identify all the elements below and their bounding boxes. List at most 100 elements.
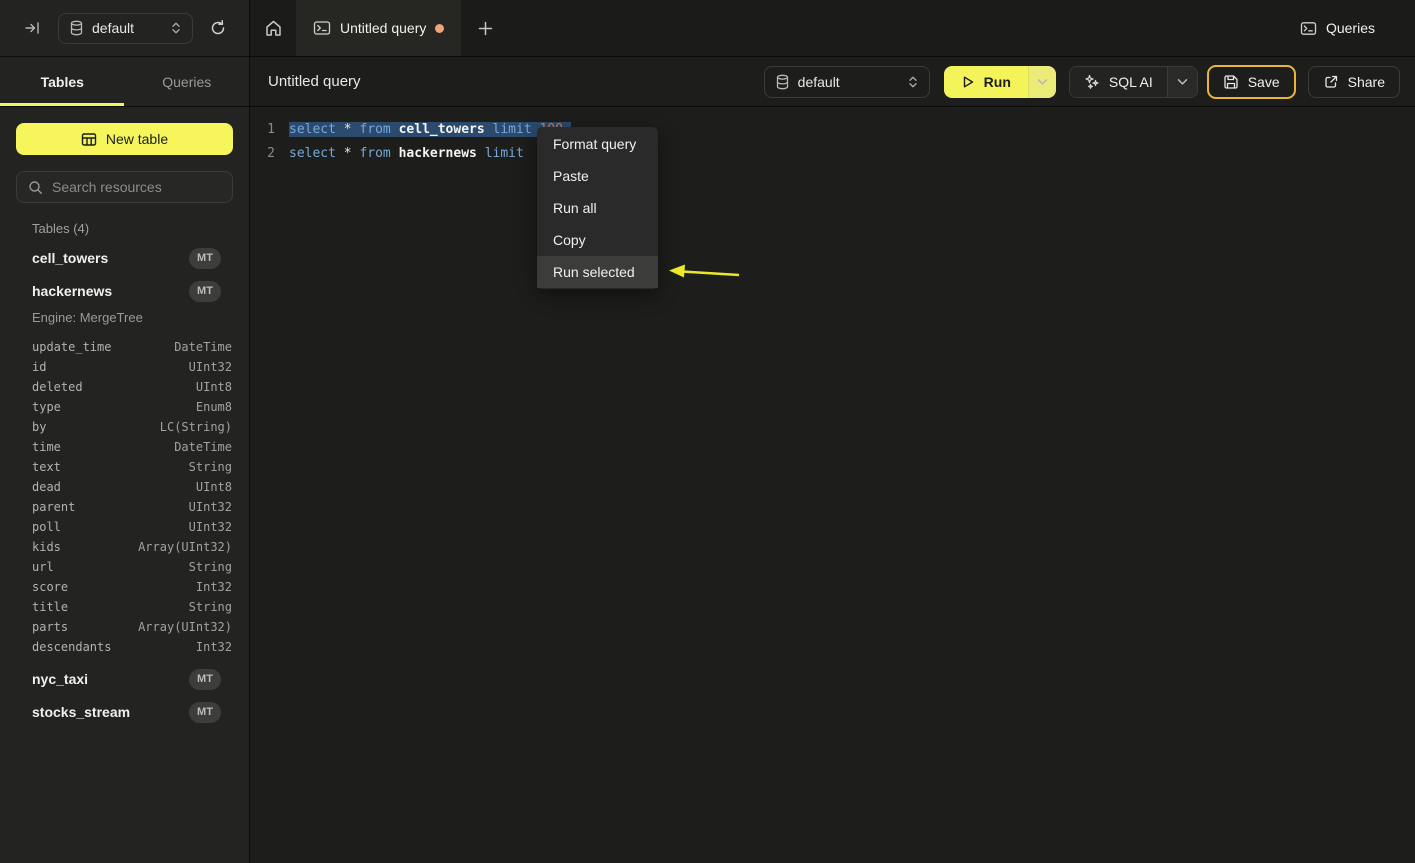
column-name: type: [32, 400, 61, 414]
run-label: Run: [984, 74, 1011, 90]
toolbar-database-value: default: [798, 74, 899, 90]
line-number: 1: [250, 118, 275, 142]
engine-badge: MT: [189, 248, 221, 269]
table-row-cell-towers[interactable]: cell_towers MT: [32, 247, 233, 269]
search-box[interactable]: [16, 171, 233, 203]
column-name: deleted: [32, 380, 83, 394]
menu-item-copy[interactable]: Copy: [537, 224, 658, 256]
run-options-button[interactable]: [1028, 66, 1056, 98]
save-icon: [1223, 74, 1239, 90]
token-tbl: cell_towers: [399, 122, 493, 137]
query-title: Untitled query: [268, 73, 361, 90]
column-name: parts: [32, 620, 68, 634]
collapse-sidebar-icon[interactable]: [24, 20, 41, 36]
menu-item-format-query[interactable]: Format query: [537, 128, 658, 160]
column-type: DateTime: [174, 340, 232, 354]
active-tab-indicator: [0, 103, 124, 106]
queries-label: Queries: [1326, 20, 1375, 36]
column-type: Array(UInt32): [138, 620, 232, 634]
column-row-kids: kids Array(UInt32): [32, 537, 233, 557]
sidebar-tab-tables[interactable]: Tables: [0, 57, 125, 106]
column-type: DateTime: [174, 440, 232, 454]
column-name: id: [32, 360, 46, 374]
tab-untitled-query[interactable]: Untitled query: [296, 0, 461, 56]
column-type: UInt8: [196, 380, 232, 394]
table-engine-label: Engine: MergeTree: [32, 310, 233, 325]
column-name: title: [32, 600, 68, 614]
toolbar-database-selector[interactable]: default: [764, 66, 930, 98]
column-row-update-time: update_timeDateTime: [32, 337, 233, 357]
column-name: score: [32, 580, 68, 594]
table-name: cell_towers: [32, 250, 108, 266]
column-row-time: time DateTime: [32, 437, 233, 457]
table-row-nyc-taxi[interactable]: nyc_taxiMT: [32, 668, 233, 690]
column-row-text: textString: [32, 457, 233, 477]
engine-badge: MT: [189, 702, 221, 723]
column-name: descendants: [32, 640, 111, 654]
code-text: select * from cell_towers limit 100: [289, 118, 571, 142]
table-name: hackernews: [32, 283, 112, 299]
column-list: update_timeDateTimeid UInt32 deleted UInt8 t…: [32, 337, 233, 657]
column-name: parent: [32, 500, 75, 514]
column-row-type: type Enum8: [32, 397, 233, 417]
database-selector[interactable]: default: [58, 13, 193, 44]
context-menu: Format queryPasteRun allCopyRun selected: [537, 127, 658, 289]
column-name: kids: [32, 540, 61, 554]
menu-item-paste[interactable]: Paste: [537, 160, 658, 192]
column-type: Array(UInt32): [138, 540, 232, 554]
database-selector-value: default: [92, 20, 162, 36]
column-name: time: [32, 440, 61, 454]
tab-label: Untitled query: [340, 20, 426, 36]
column-row-deleted: deleted UInt8: [32, 377, 233, 397]
new-tab-icon[interactable]: [478, 21, 493, 36]
token-op: *: [344, 146, 360, 161]
table-name: nyc_taxi: [32, 671, 88, 687]
column-row-score: scoreInt32: [32, 577, 233, 597]
column-row-by: byLC(String): [32, 417, 233, 437]
column-type: Enum8: [196, 400, 232, 414]
table-grid-icon: [81, 132, 97, 147]
chevron-down-icon: [1037, 78, 1048, 86]
topbar: default: [0, 0, 1415, 57]
chevron-updown-icon: [907, 75, 919, 89]
code-line-2[interactable]: 2select * from hackernews limit: [250, 142, 1415, 166]
column-type: UInt8: [196, 480, 232, 494]
sql-ai-split-button: SQL AI: [1069, 66, 1198, 98]
column-row-dead: deadUInt8: [32, 477, 233, 497]
sidebar-tab-queries[interactable]: Queries: [125, 57, 250, 106]
column-name: url: [32, 560, 54, 574]
column-type: String: [189, 600, 232, 614]
menu-item-run-selected[interactable]: Run selected: [537, 256, 658, 288]
token-kw: limit: [485, 146, 532, 161]
queries-button[interactable]: Queries: [1300, 0, 1375, 56]
table-row-hackernews[interactable]: hackernewsMT: [32, 280, 233, 302]
sql-ai-options-button[interactable]: [1167, 67, 1197, 97]
table-row-stocks-stream[interactable]: stocks_streamMT: [32, 701, 233, 723]
menu-item-run-all[interactable]: Run all: [537, 192, 658, 224]
chevron-down-icon: [1177, 78, 1188, 86]
database-icon: [775, 74, 790, 90]
search-input[interactable]: [52, 179, 233, 195]
token-kw: from: [359, 122, 398, 137]
sidebar: Tables Queries New table Tables (4): [0, 57, 250, 863]
column-name: poll: [32, 520, 61, 534]
tables-section-title: Tables (4): [32, 221, 233, 236]
home-icon[interactable]: [264, 19, 283, 38]
column-type: String: [189, 460, 232, 474]
run-button[interactable]: Run: [944, 66, 1028, 98]
topbar-sidebar-section: default: [0, 0, 250, 57]
column-row-id: id UInt32: [32, 357, 233, 377]
share-button[interactable]: Share: [1308, 66, 1400, 98]
column-type: UInt32: [189, 360, 232, 374]
save-button[interactable]: Save: [1207, 65, 1296, 99]
token-op: *: [344, 122, 360, 137]
new-table-button[interactable]: New table: [16, 123, 233, 155]
code-line-1[interactable]: 1 select * from cell_towers limit 100: [250, 118, 1415, 142]
sql-ai-button[interactable]: SQL AI: [1070, 67, 1167, 97]
column-type: Int32: [196, 640, 232, 654]
tables-list: cell_towersMThackernewsMTEngine: MergeTr…: [16, 247, 233, 723]
column-row-parts: parts Array(UInt32): [32, 617, 233, 637]
sparkles-icon: [1084, 74, 1100, 90]
refresh-icon[interactable]: [209, 19, 227, 37]
sql-editor[interactable]: 1 select * from cell_towers limit 100 2se…: [250, 107, 1415, 166]
